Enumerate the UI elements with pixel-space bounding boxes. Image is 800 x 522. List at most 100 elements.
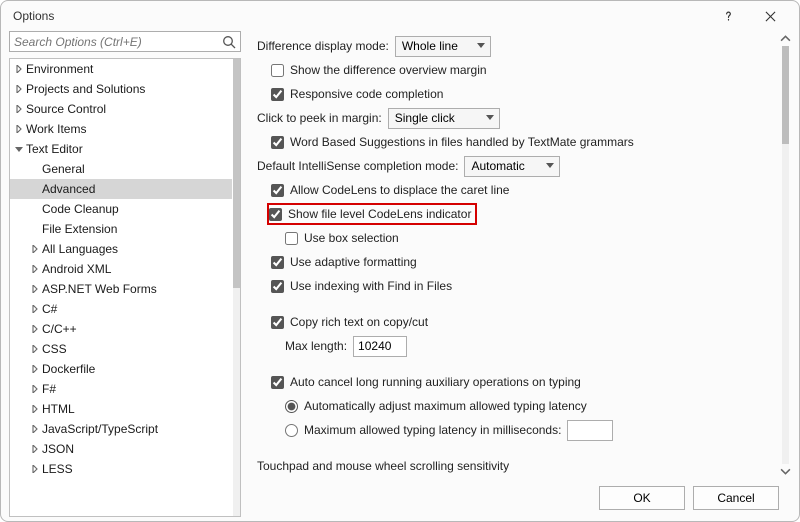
tree-scrollbar-thumb[interactable]	[233, 59, 240, 288]
panel-scrollbar-track[interactable]	[782, 46, 789, 464]
tree-item[interactable]: Advanced	[10, 179, 232, 199]
tree-item[interactable]: LESS	[10, 459, 232, 479]
tree-item-label: Environment	[26, 62, 93, 76]
codelens-indicator-checkbox[interactable]	[269, 208, 282, 221]
auto-cancel-label: Auto cancel long running auxiliary opera…	[290, 375, 581, 389]
tree-item[interactable]: General	[10, 159, 232, 179]
tree-item[interactable]: Android XML	[10, 259, 232, 279]
indexing-find-checkbox[interactable]	[271, 280, 284, 293]
intellisense-label: Default IntelliSense completion mode:	[257, 159, 458, 173]
tree-item-label: JSON	[42, 442, 74, 456]
chevron-right-icon	[14, 104, 24, 114]
codelens-indicator-label: Show file level CodeLens indicator	[288, 207, 471, 221]
chevron-right-icon	[30, 404, 40, 414]
chevron-right-icon	[30, 344, 40, 354]
tree-item-label: C#	[42, 302, 57, 316]
codelens-caret-checkbox[interactable]	[271, 184, 284, 197]
tree-item[interactable]: F#	[10, 379, 232, 399]
show-diff-overview-checkbox[interactable]	[271, 64, 284, 77]
chevron-right-icon	[14, 84, 24, 94]
tree-item-label: General	[42, 162, 85, 176]
ok-button[interactable]: OK	[599, 486, 685, 510]
close-button[interactable]	[749, 2, 791, 30]
tree-item-label: F#	[42, 382, 56, 396]
diff-mode-select[interactable]: Whole line	[395, 36, 491, 57]
responsive-completion-label: Responsive code completion	[290, 87, 443, 101]
tree-item-label: ASP.NET Web Forms	[42, 282, 157, 296]
latency-auto-radio[interactable]	[285, 400, 298, 413]
chevron-right-icon	[30, 364, 40, 374]
chevron-right-icon	[30, 324, 40, 334]
tree-item[interactable]: All Languages	[10, 239, 232, 259]
tree-item[interactable]: ASP.NET Web Forms	[10, 279, 232, 299]
max-length-input[interactable]	[353, 336, 407, 357]
tree-item-label: C/C++	[42, 322, 77, 336]
latency-ms-label: Maximum allowed typing latency in millis…	[304, 423, 561, 437]
peek-label: Click to peek in margin:	[257, 111, 382, 125]
max-length-label: Max length:	[285, 339, 347, 353]
panel-scrollbar[interactable]	[780, 33, 791, 477]
adaptive-fmt-checkbox[interactable]	[271, 256, 284, 269]
tree-item-label: HTML	[42, 402, 75, 416]
latency-ms-radio[interactable]	[285, 424, 298, 437]
tree-item[interactable]: File Extension	[10, 219, 232, 239]
tree-item[interactable]: C#	[10, 299, 232, 319]
chevron-right-icon	[14, 64, 24, 74]
indexing-find-label: Use indexing with Find in Files	[290, 279, 452, 293]
tree-item-label: All Languages	[42, 242, 118, 256]
tree-item[interactable]: JSON	[10, 439, 232, 459]
tree-item-label: Android XML	[42, 262, 111, 276]
box-selection-label: Use box selection	[304, 231, 399, 245]
tree-item[interactable]: Dockerfile	[10, 359, 232, 379]
auto-cancel-checkbox[interactable]	[271, 376, 284, 389]
dialog-footer: OK Cancel	[249, 479, 791, 517]
help-icon	[723, 11, 734, 22]
show-diff-overview-label: Show the difference overview margin	[290, 63, 487, 77]
titlebar: Options	[1, 1, 799, 31]
word-based-checkbox[interactable]	[271, 136, 284, 149]
settings-panel: Difference display mode: Whole line Show…	[249, 31, 775, 479]
tree-item[interactable]: HTML	[10, 399, 232, 419]
box-selection-checkbox[interactable]	[285, 232, 298, 245]
tree-item[interactable]: Environment	[10, 59, 232, 79]
tree-item-label: LESS	[42, 462, 73, 476]
chevron-right-icon	[14, 124, 24, 134]
codelens-caret-label: Allow CodeLens to displace the caret lin…	[290, 183, 509, 197]
chevron-right-icon	[30, 444, 40, 454]
tree-scrollbar[interactable]	[233, 59, 240, 516]
help-button[interactable]	[707, 2, 749, 30]
word-based-label: Word Based Suggestions in files handled …	[290, 135, 634, 149]
tree-item[interactable]: JavaScript/TypeScript	[10, 419, 232, 439]
tree-item-label: Text Editor	[26, 142, 83, 156]
cancel-button[interactable]: Cancel	[693, 486, 779, 510]
panel-scrollbar-thumb[interactable]	[782, 46, 789, 144]
chevron-right-icon	[30, 264, 40, 274]
tree-item[interactable]: CSS	[10, 339, 232, 359]
options-dialog: Options Environment Projects and Solution…	[0, 0, 800, 522]
chevron-right-icon	[30, 464, 40, 474]
chevron-right-icon	[30, 244, 40, 254]
category-tree[interactable]: Environment Projects and SolutionsSource …	[9, 58, 241, 517]
intellisense-select[interactable]: Automatic	[464, 156, 560, 177]
tree-item[interactable]: Code Cleanup	[10, 199, 232, 219]
tree-item[interactable]: Source Control	[10, 99, 232, 119]
tree-item[interactable]: Text Editor	[10, 139, 232, 159]
latency-auto-label: Automatically adjust maximum allowed typ…	[304, 399, 587, 413]
window-title: Options	[13, 9, 707, 23]
latency-ms-input[interactable]	[567, 420, 613, 441]
tree-item[interactable]: C/C++	[10, 319, 232, 339]
adaptive-fmt-label: Use adaptive formatting	[290, 255, 417, 269]
scroll-down-icon[interactable]	[780, 466, 791, 477]
tree-item[interactable]: Work Items	[10, 119, 232, 139]
tree-item-label: Code Cleanup	[42, 202, 119, 216]
scroll-up-icon[interactable]	[780, 33, 791, 44]
search-input[interactable]	[9, 31, 241, 52]
tree-item[interactable]: Projects and Solutions	[10, 79, 232, 99]
chevron-right-icon	[30, 304, 40, 314]
tree-item-label: CSS	[42, 342, 67, 356]
copy-rich-checkbox[interactable]	[271, 316, 284, 329]
peek-select[interactable]: Single click	[388, 108, 500, 129]
tree-item-label: Advanced	[42, 182, 95, 196]
responsive-completion-checkbox[interactable]	[271, 88, 284, 101]
copy-rich-label: Copy rich text on copy/cut	[290, 315, 428, 329]
